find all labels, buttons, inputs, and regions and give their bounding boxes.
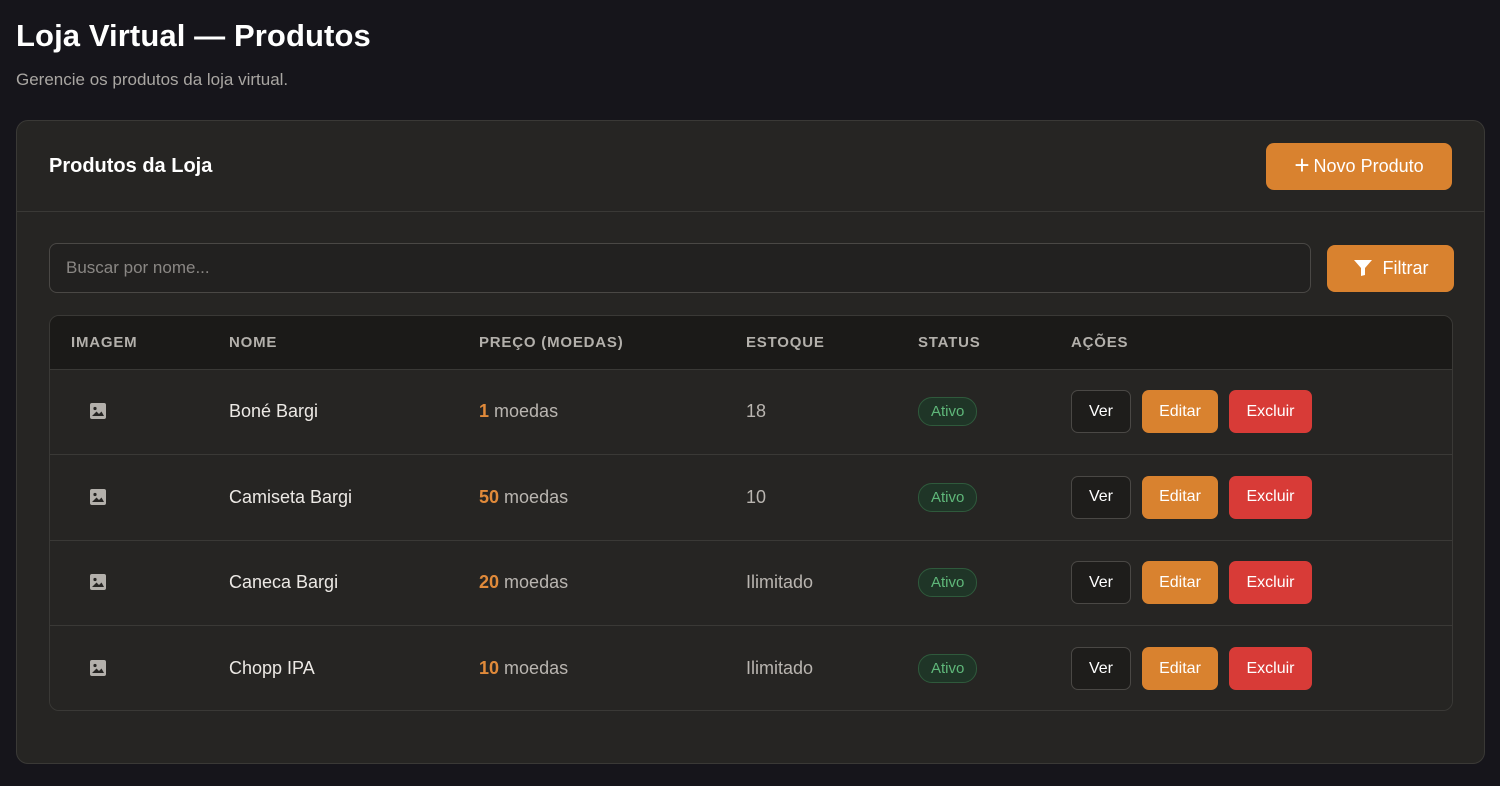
new-product-button[interactable]: + Novo Produto [1266, 142, 1452, 190]
view-button[interactable]: Ver [1071, 561, 1131, 605]
row-actions: Ver Editar Excluir [1071, 390, 1452, 434]
view-button[interactable]: Ver [1071, 390, 1131, 434]
card-title: Produtos da Loja [49, 154, 213, 177]
product-name: Camiseta Bargi [229, 486, 353, 507]
image-placeholder-icon [90, 488, 106, 505]
delete-button[interactable]: Excluir [1229, 390, 1312, 434]
products-card: Produtos da Loja + Novo Produto Filtrar … [16, 120, 1485, 764]
delete-button[interactable]: Excluir [1229, 647, 1312, 690]
card-header: Produtos da Loja + Novo Produto [17, 121, 1484, 212]
status-badge: Ativo [918, 568, 978, 598]
table-row: Boné Bargi 1 moedas 18 Ativo Ver Editar … [50, 369, 1452, 455]
header-image: IMAGEM [71, 333, 138, 351]
search-row: Filtrar [49, 243, 1454, 293]
view-button[interactable]: Ver [1071, 647, 1131, 690]
image-placeholder-icon [90, 403, 106, 420]
delete-button[interactable]: Excluir [1229, 475, 1312, 519]
view-button[interactable]: Ver [1071, 475, 1131, 519]
edit-button[interactable]: Editar [1142, 561, 1218, 605]
edit-button[interactable]: Editar [1142, 390, 1218, 434]
table-row: Camiseta Bargi 50 moedas 10 Ativo Ver Ed… [50, 454, 1452, 541]
status-badge: Ativo [918, 654, 978, 683]
header-name: NOME [229, 333, 278, 351]
page-subtitle: Gerencie os produtos da loja virtual. [16, 70, 289, 89]
table-header-row: IMAGEM NOME PREÇO (MOEDAS) ESTOQUE STATU… [50, 316, 1452, 369]
page-title: Loja Virtual — Produtos [16, 18, 371, 53]
product-stock: Ilimitado [746, 572, 814, 593]
product-stock: Ilimitado [746, 658, 814, 678]
edit-button[interactable]: Editar [1142, 475, 1218, 519]
price-value: 20 [479, 572, 500, 593]
delete-button[interactable]: Excluir [1229, 561, 1312, 605]
product-name: Boné Bargi [229, 401, 319, 422]
page-header: Loja Virtual — Produtos Gerencie os prod… [16, 18, 371, 90]
price-unit: moedas [494, 401, 559, 422]
product-price: 1 moedas [458, 369, 725, 455]
header-status: STATUS [918, 333, 981, 351]
status-badge: Ativo [918, 482, 978, 512]
new-product-label: Novo Produto [1313, 155, 1424, 176]
plus-icon: + [1294, 150, 1310, 180]
price-unit: moedas [504, 572, 569, 593]
row-actions: Ver Editar Excluir [1071, 647, 1452, 690]
header-price: PREÇO (MOEDAS) [479, 333, 624, 351]
status-badge: Ativo [918, 397, 978, 427]
product-stock: 10 [746, 486, 767, 507]
price-value: 10 [479, 658, 500, 678]
price-value: 1 [479, 401, 490, 422]
funnel-icon [1353, 260, 1372, 276]
image-placeholder-icon [90, 574, 106, 591]
filter-button[interactable]: Filtrar [1327, 244, 1454, 292]
header-stock: ESTOQUE [746, 333, 825, 351]
row-actions: Ver Editar Excluir [1071, 475, 1452, 519]
products-table: IMAGEM NOME PREÇO (MOEDAS) ESTOQUE STATU… [49, 315, 1453, 711]
product-name: Chopp IPA [229, 658, 315, 678]
search-input[interactable] [49, 243, 1311, 293]
price-unit: moedas [504, 658, 569, 678]
header-actions: AÇÕES [1071, 333, 1129, 351]
price-value: 50 [479, 486, 500, 507]
product-price: 50 moedas [458, 455, 725, 541]
price-unit: moedas [504, 486, 569, 507]
product-name: Caneca Bargi [229, 572, 339, 593]
product-price: 20 moedas [458, 540, 725, 626]
table-row: Caneca Bargi 20 moedas Ilimitado Ativo V… [50, 540, 1452, 626]
table-row: Chopp IPA 10 moedas Ilimitado Ativo Ver … [50, 625, 1452, 711]
product-stock: 18 [746, 401, 767, 422]
image-placeholder-icon [90, 660, 106, 676]
row-actions: Ver Editar Excluir [1071, 561, 1452, 605]
product-price: 10 moedas [458, 626, 725, 711]
filter-label: Filtrar [1382, 257, 1429, 278]
edit-button[interactable]: Editar [1142, 647, 1218, 690]
